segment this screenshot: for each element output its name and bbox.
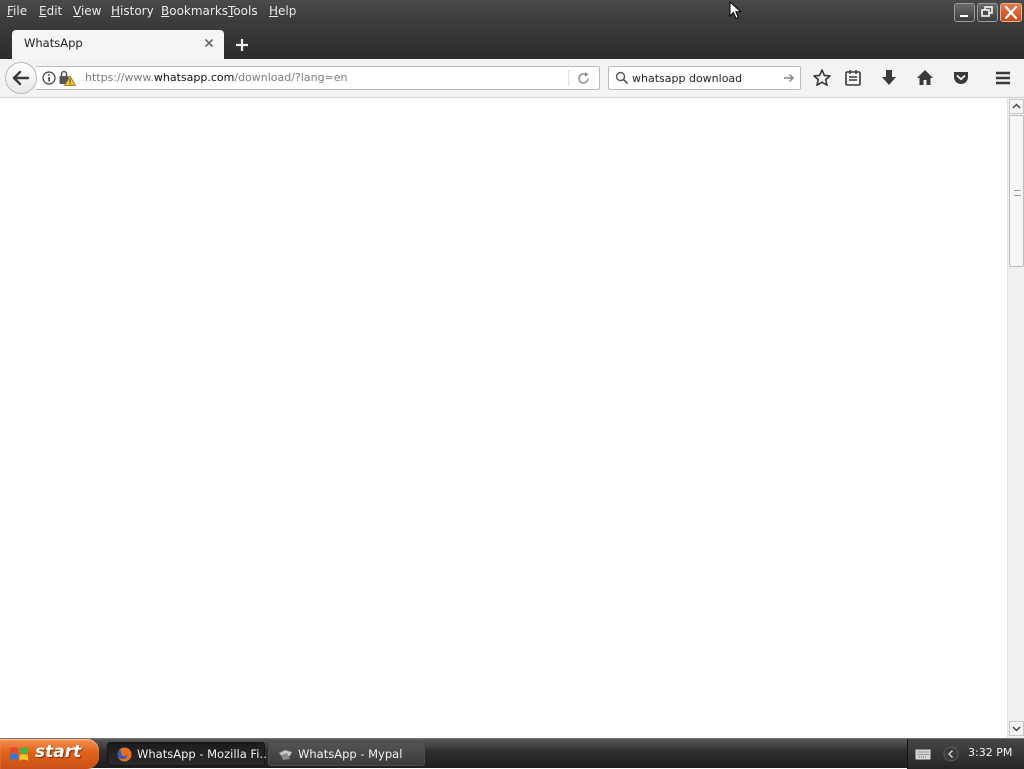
info-icon[interactable] — [42, 71, 56, 85]
hamburger-menu-icon[interactable] — [993, 68, 1013, 88]
scroll-thumb[interactable] — [1009, 115, 1024, 267]
taskbar-item-label: WhatsApp - Mypal — [298, 747, 403, 761]
url-text[interactable]: https://www.whatsapp.com/download/?lang=… — [85, 71, 348, 84]
bookmark-star-icon[interactable] — [812, 68, 832, 88]
download-icon[interactable] — [879, 68, 899, 88]
menu-file[interactable]: File — [7, 3, 27, 19]
url-path: /download/?lang=en — [234, 71, 348, 84]
scroll-up-button[interactable] — [1009, 99, 1024, 114]
taskbar-item-mypal[interactable]: WhatsApp - Mypal — [268, 742, 425, 766]
page-content[interactable] — [0, 98, 1007, 738]
tab-strip: WhatsApp — [0, 22, 1024, 59]
start-label: start — [35, 742, 82, 762]
show-hidden-icons-icon[interactable] — [943, 746, 959, 762]
taskbar-item-firefox[interactable]: WhatsApp - Mozilla Fi… — [107, 742, 271, 766]
search-input[interactable] — [632, 70, 782, 86]
menu-bar: File Edit View History Bookmarks Tools H… — [0, 0, 1024, 22]
windows-flag-icon — [10, 747, 28, 761]
menu-bookmarks[interactable]: Bookmarks — [161, 3, 228, 19]
restore-button[interactable] — [977, 3, 998, 22]
home-icon[interactable] — [915, 68, 935, 88]
back-button[interactable] — [5, 62, 37, 94]
search-bar[interactable] — [608, 66, 801, 90]
insecure-lock-icon[interactable] — [58, 70, 76, 86]
scroll-grip — [1014, 190, 1021, 196]
close-window-button[interactable] — [1000, 3, 1022, 22]
close-icon — [1004, 5, 1018, 20]
scroll-up-icon — [1012, 103, 1021, 109]
menu-history[interactable]: History — [111, 3, 154, 19]
tab-close-icon[interactable] — [202, 36, 216, 50]
tab-title: WhatsApp — [24, 36, 83, 50]
start-button[interactable]: start — [0, 739, 99, 769]
minimize-icon — [960, 15, 968, 17]
url-prefix: https://www. — [85, 71, 154, 84]
mouse-cursor-icon — [729, 1, 742, 20]
keyboard-icon[interactable] — [915, 749, 931, 760]
menu-edit[interactable]: Edit — [39, 3, 62, 19]
menu-tools[interactable]: Tools — [228, 3, 258, 19]
url-bar[interactable]: https://www.whatsapp.com/download/?lang=… — [36, 66, 600, 90]
tab-whatsapp[interactable]: WhatsApp — [12, 30, 224, 59]
firefox-icon — [117, 747, 132, 762]
menu-view[interactable]: View — [73, 3, 101, 19]
clock[interactable]: 3:32 PM — [968, 746, 1012, 759]
restore-icon — [981, 6, 993, 17]
url-host: whatsapp.com — [153, 71, 235, 84]
system-tray: 3:32 PM — [907, 739, 1024, 769]
back-arrow-icon — [12, 70, 30, 86]
mypal-icon — [278, 749, 293, 760]
pocket-icon[interactable] — [951, 68, 971, 88]
navigation-bar: https://www.whatsapp.com/download/?lang=… — [0, 59, 1024, 98]
reload-icon[interactable] — [576, 71, 591, 86]
minimize-button[interactable] — [954, 3, 975, 22]
menu-help[interactable]: Help — [269, 3, 296, 19]
new-tab-icon[interactable] — [232, 36, 252, 54]
search-go-icon[interactable] — [782, 71, 796, 85]
taskbar-item-label: WhatsApp - Mozilla Fi… — [137, 747, 271, 761]
vertical-scrollbar[interactable] — [1007, 98, 1024, 738]
scroll-down-button[interactable] — [1009, 721, 1024, 736]
bookmarks-menu-icon[interactable] — [843, 68, 863, 88]
search-icon — [615, 71, 629, 85]
taskbar: start WhatsApp - Mozilla Fi… WhatsApp - … — [0, 738, 1024, 769]
url-divider — [568, 70, 569, 86]
scroll-down-icon — [1012, 726, 1021, 732]
